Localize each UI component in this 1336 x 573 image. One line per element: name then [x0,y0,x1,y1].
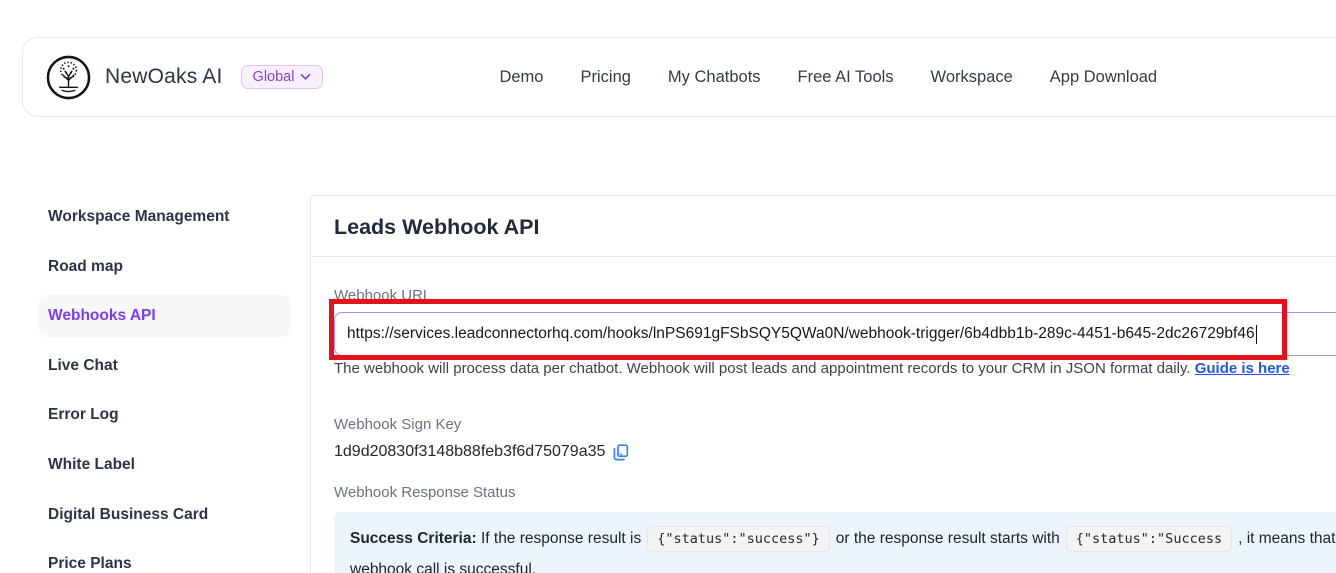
nav-item-free-ai-tools[interactable]: Free AI Tools [798,68,894,87]
sidebar-item-price-plans[interactable]: Price Plans [38,543,291,573]
status-success-code-chip: {"status":"success"} [647,526,830,552]
nav-item-my-chatbots[interactable]: My Chatbots [668,68,761,87]
settings-sidebar: Workspace Management Road map Webhooks A… [38,196,291,573]
page-title: Leads Webhook API [334,196,1336,256]
sidebar-item-road-map[interactable]: Road map [38,246,291,288]
success-criteria-title: Success Criteria: [350,530,477,548]
success-criteria-box: Success Criteria: If the response result… [334,512,1336,573]
sidebar-item-digital-business-card[interactable]: Digital Business Card [38,494,291,536]
success-criteria-line2: webhook call is successful. [350,561,1336,573]
sidebar-item-error-log[interactable]: Error Log [38,394,291,436]
text-caret [1256,325,1258,344]
webhook-url-helper-text: The webhook will process data per chatbo… [334,360,1195,377]
sign-key-value: 1d9d20830f3148b88feb3f6d75079a35 [334,443,605,461]
webhook-url-helper: The webhook will process data per chatbo… [334,359,1336,378]
success-criteria-line1: Success Criteria: If the response result… [350,526,1336,552]
guide-link[interactable]: Guide is here [1195,360,1290,377]
brand-group: NewOaks AI Global [23,55,323,100]
sidebar-item-workspace-management[interactable]: Workspace Management [38,196,291,238]
criteria-segment-2: or the response result starts with [836,530,1060,548]
copy-icon[interactable] [613,444,629,461]
region-selector[interactable]: Global [241,65,324,89]
nav-item-pricing[interactable]: Pricing [580,68,630,87]
webhook-url-value: https://services.leadconnectorhq.com/hoo… [347,325,1255,343]
brand-name: NewOaks AI [105,65,223,89]
chevron-down-icon [300,73,311,81]
sign-key-row: 1d9d20830f3148b88feb3f6d75079a35 [334,443,1336,461]
nav-item-workspace[interactable]: Workspace [931,68,1013,87]
sidebar-item-webhooks-api[interactable]: Webhooks API [38,295,291,337]
criteria-segment-1: If the response result is [477,530,642,548]
response-status-label: Webhook Response Status [334,483,1336,502]
sidebar-item-white-label[interactable]: White Label [38,444,291,486]
status-success-prefix-code-chip: {"status":"Success [1066,526,1232,552]
main-nav: Demo Pricing My Chatbots Free AI Tools W… [499,68,1157,87]
nav-item-demo[interactable]: Demo [499,68,543,87]
title-divider [311,256,1336,257]
sign-key-label: Webhook Sign Key [334,415,1336,434]
top-header-bar: NewOaks AI Global Demo Pricing My Chatbo… [22,37,1336,117]
region-selector-label: Global [253,69,295,85]
criteria-segment-3: , it means that the [1238,530,1336,548]
webhook-url-label: Webhook URL [334,286,1336,305]
newoaks-logo-icon [46,55,91,100]
webhook-api-panel: Leads Webhook API Webhook URL https://se… [310,195,1336,573]
webhook-url-input[interactable]: https://services.leadconnectorhq.com/hoo… [334,312,1336,356]
sidebar-item-live-chat[interactable]: Live Chat [38,345,291,387]
nav-item-app-download[interactable]: App Download [1050,68,1157,87]
